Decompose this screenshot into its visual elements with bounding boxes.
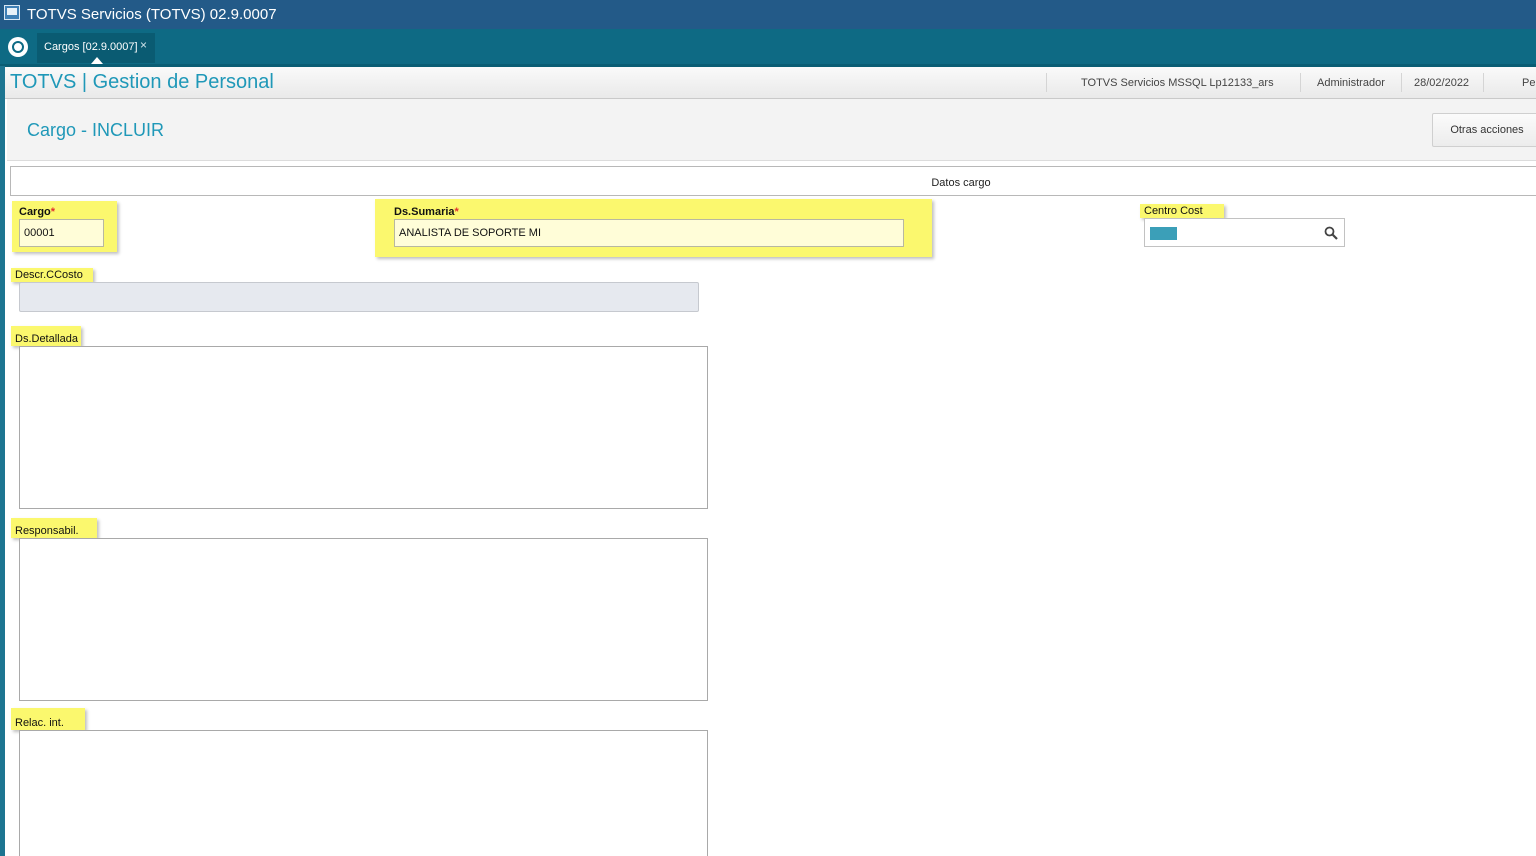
descr-ccosto-label: Descr.CCosto <box>11 268 93 282</box>
left-accent-strip <box>0 66 5 856</box>
module-header: TOTVS | Gestion de Personal TOTVS Servic… <box>5 67 1536 99</box>
totvs-logo-icon[interactable] <box>8 37 28 57</box>
ds-detallada-textarea[interactable] <box>19 346 708 509</box>
search-icon[interactable] <box>1324 226 1338 240</box>
cargo-label: Cargo* <box>19 206 56 218</box>
header-separator <box>1401 73 1402 92</box>
folder-tab-datos-cargo[interactable]: Datos cargo <box>10 166 1536 196</box>
relac-int-textarea[interactable] <box>19 730 708 856</box>
responsabil-textarea[interactable] <box>19 538 708 701</box>
descr-ccosto-input <box>19 282 699 312</box>
cargo-input[interactable]: 00001 <box>19 219 104 247</box>
tab-label: Cargos [02.9.0007] <box>44 41 138 53</box>
responsabil-label: Responsabil. <box>11 518 97 538</box>
window-title: TOTVS Servicios (TOTVS) 02.9.0007 <box>27 6 277 23</box>
date-info: 28/02/2022 <box>1414 77 1470 89</box>
window-title-bar: TOTVS Servicios (TOTVS) 02.9.0007 <box>0 0 1536 29</box>
page-title-area: Cargo - INCLUIR Otras acciones <box>7 99 1536 161</box>
tab-strip: Cargos [02.9.0007] × <box>0 29 1536 66</box>
header-separator <box>1483 73 1484 92</box>
module-title: TOTVS | Gestion de Personal <box>10 71 274 93</box>
centro-cost-label: Centro Cost <box>1140 204 1224 218</box>
folder-label: Datos cargo <box>931 177 991 189</box>
ds-sumaria-input[interactable]: ANALISTA DE SOPORTE MI <box>394 219 904 247</box>
truncated-info: Pe <box>1522 77 1536 89</box>
user-info: Administrador <box>1317 77 1385 89</box>
window-app-icon[interactable] <box>4 5 20 20</box>
centro-cost-input[interactable] <box>1144 218 1345 247</box>
header-separator <box>1046 73 1047 92</box>
ds-detallada-label: Ds.Detallada <box>11 326 81 346</box>
header-separator <box>1300 73 1301 92</box>
other-actions-button[interactable]: Otras acciones <box>1432 113 1536 147</box>
tab-close-icon[interactable]: × <box>140 38 147 52</box>
centro-cost-selection <box>1150 227 1177 240</box>
environment-info: TOTVS Servicios MSSQL Lp12133_ars <box>1081 77 1274 89</box>
relac-int-label: Relac. int. <box>11 708 85 730</box>
tab-cargos[interactable]: Cargos [02.9.0007] × <box>37 33 155 64</box>
active-tab-caret-icon <box>91 57 103 64</box>
page-title: Cargo - INCLUIR <box>27 120 165 140</box>
ds-sumaria-label: Ds.Sumaria* <box>394 206 459 218</box>
